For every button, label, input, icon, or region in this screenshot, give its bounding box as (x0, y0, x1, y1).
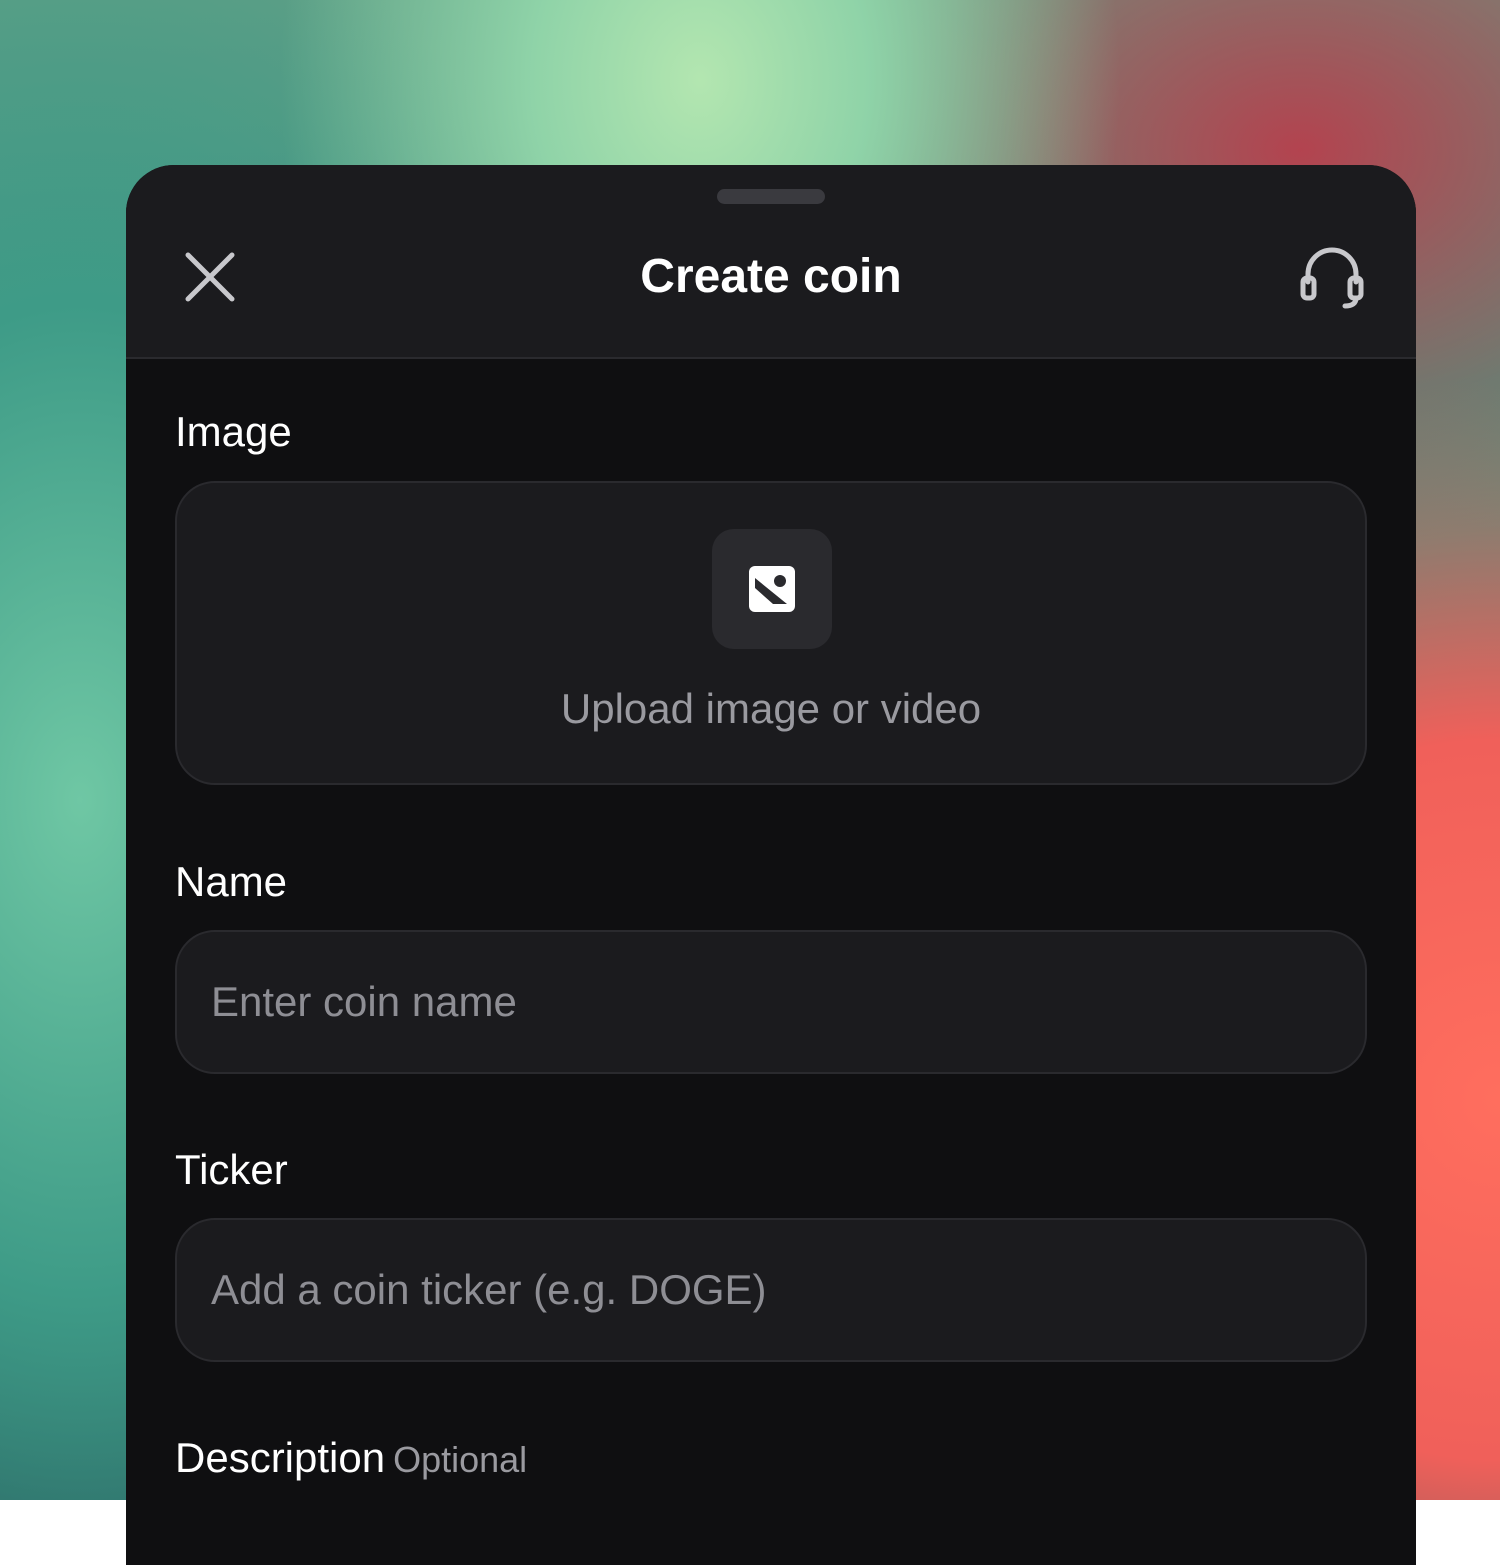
upload-dropzone[interactable]: Upload image or video (175, 481, 1367, 785)
close-button[interactable] (176, 243, 244, 311)
description-label: Description Optional (175, 1432, 527, 1486)
support-button[interactable] (1296, 241, 1368, 313)
name-label: Name (175, 858, 288, 905)
upload-icon-container (712, 529, 832, 649)
ticker-field[interactable] (175, 1218, 1367, 1362)
sheet-header: Create coin (126, 165, 1416, 359)
name-field[interactable] (175, 930, 1367, 1074)
headset-icon (1300, 247, 1364, 309)
page-title: Create coin (640, 250, 902, 303)
image-label: Image (175, 408, 292, 455)
create-coin-sheet: Create coin Image Upload image or video … (126, 165, 1416, 1565)
close-icon (185, 252, 235, 302)
ticker-label: Ticker (175, 1146, 288, 1193)
image-icon (749, 566, 795, 612)
drag-handle[interactable] (717, 189, 825, 204)
description-label-text: Description (175, 1434, 386, 1481)
ticker-input[interactable] (211, 1220, 1331, 1360)
upload-text: Upload image or video (560, 685, 982, 732)
optional-tag: Optional (393, 1439, 528, 1480)
name-input[interactable] (211, 932, 1331, 1072)
